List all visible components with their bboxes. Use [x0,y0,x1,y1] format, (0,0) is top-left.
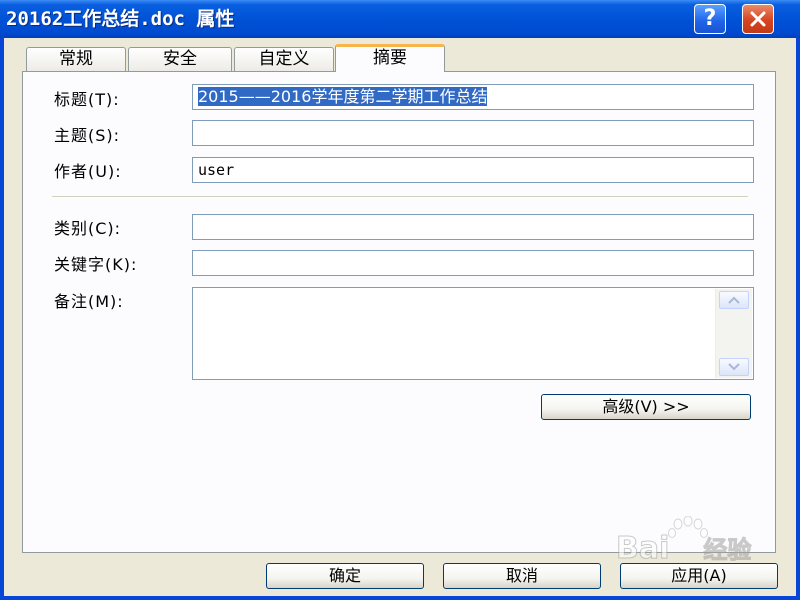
comments-value [193,288,753,296]
separator [52,196,748,198]
subject-label: 主题(S): [54,126,121,145]
cancel-button[interactable]: 取消 [443,563,601,589]
author-label: 作者(U): [54,162,122,181]
close-button[interactable] [742,4,774,34]
window-frame-bottom [0,596,800,600]
tab-custom[interactable]: 自定义 [234,47,334,71]
scroll-up-button[interactable] [719,291,749,309]
comments-textarea[interactable] [192,287,754,380]
author-field[interactable]: user [192,157,754,183]
help-button[interactable]: ? [694,4,726,34]
title-bar[interactable]: 20162工作总结.doc 属性 ? [0,0,800,38]
scroll-down-button[interactable] [719,358,749,376]
category-field[interactable] [192,214,754,240]
title-field-value: 2015——2016学年度第二学期工作总结 [198,87,488,106]
subject-field[interactable] [192,120,754,146]
category-label: 类别(C): [54,219,122,238]
keywords-label: 关键字(K): [54,255,138,274]
ok-button[interactable]: 确定 [266,563,424,589]
advanced-button[interactable]: 高级(V) >> [541,394,751,420]
title-label: 标题(T): [54,90,120,109]
chevron-down-icon [728,363,740,371]
tab-summary[interactable]: 摘要 [335,44,445,72]
apply-button[interactable]: 应用(A) [620,563,778,589]
comments-scrollbar[interactable] [715,289,752,378]
comments-label: 备注(M): [54,292,124,311]
tab-security[interactable]: 安全 [128,47,232,71]
window-frame-left [0,38,4,600]
keywords-field[interactable] [192,250,754,276]
help-icon: ? [703,6,717,31]
window-title: 20162工作总结.doc 属性 [6,8,235,30]
title-field[interactable]: 2015——2016学年度第二学期工作总结 [192,84,754,110]
close-icon [750,11,766,27]
chevron-up-icon [728,296,740,304]
window-frame-right [796,38,800,600]
tab-general[interactable]: 常规 [26,47,126,71]
